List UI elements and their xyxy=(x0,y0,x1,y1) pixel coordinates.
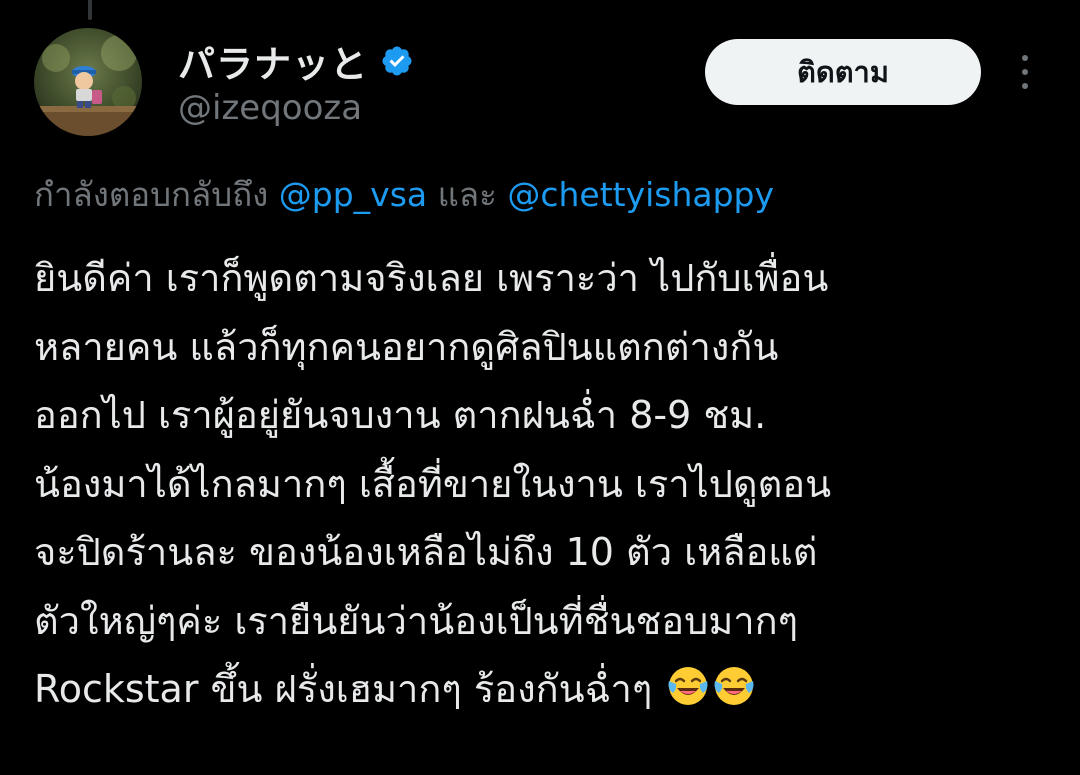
tweet-line: จะปิดร้านละ ของน้องเหลือไม่ถึง 10 ตัว เห… xyxy=(34,530,818,574)
reply-context-prefix: กำลังตอบกลับถึง xyxy=(34,175,279,214)
avatar-image xyxy=(34,28,142,136)
tweet-line-text: Rockstar ขึ้น ฝรั่งเฮมากๆ ร้องกันฉ่ำๆ xyxy=(34,667,665,711)
tweet-line: ยินดีค่า เราก็พูดตามจริงเลย เพราะว่า ไปก… xyxy=(34,256,829,300)
author-name-row[interactable]: パラナッと xyxy=(178,36,414,86)
tweet-text: ยินดีค่า เราก็พูดตามจริงเลย เพราะว่า ไปก… xyxy=(34,244,1044,724)
mention-link-pp-vsa[interactable]: @pp_vsa xyxy=(279,175,427,214)
avatar[interactable] xyxy=(34,28,142,136)
follow-button[interactable]: ติดตาม xyxy=(705,39,981,105)
face-with-tears-of-joy-icon xyxy=(714,667,754,705)
tweet-line: ออกไป เราผู้อยู่ยันจบงาน ตากฝนฉ่ำ 8-9 ชม… xyxy=(34,393,767,437)
tweet-line-last: Rockstar ขึ้น ฝรั่งเฮมากๆ ร้องกันฉ่ำๆ xyxy=(34,655,1044,724)
display-name[interactable]: パラナッと xyxy=(178,34,368,88)
more-vertical-icon[interactable] xyxy=(1013,52,1037,92)
tweet-line: หลายคน แล้วก็ทุกคนอยากดูศิลปินแตกต่างกัน xyxy=(34,324,779,369)
author-handle[interactable]: @izeqooza xyxy=(178,88,362,128)
tweet-line: ตัวใหญ่ๆค่ะ เรายืนยันว่าน้องเป็นที่ชื่นช… xyxy=(34,598,799,643)
mention-link-chettyishappy[interactable]: @chettyishappy xyxy=(507,175,774,214)
verified-badge-icon xyxy=(382,46,412,76)
reply-context: กำลังตอบกลับถึง @pp_vsa และ @chettyishap… xyxy=(34,168,774,221)
reply-context-conjunction: และ xyxy=(427,175,508,214)
tweet-line: น้องมาได้ไกลมากๆ เสื้อที่ขายในงาน เราไปด… xyxy=(34,461,832,506)
face-with-tears-of-joy-icon xyxy=(668,667,708,705)
thread-connector-line xyxy=(88,0,92,20)
